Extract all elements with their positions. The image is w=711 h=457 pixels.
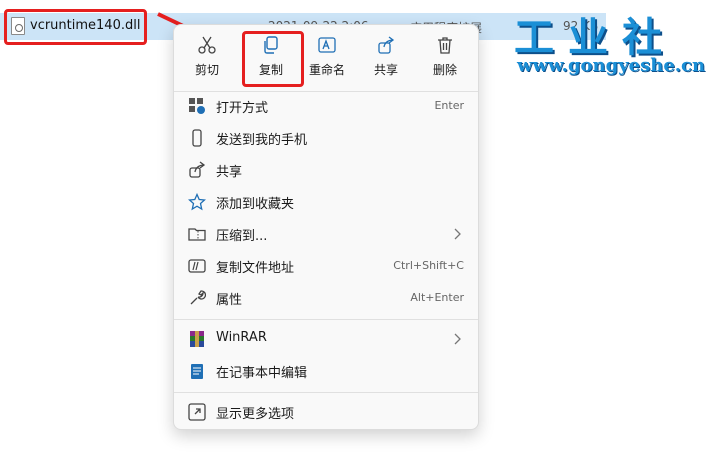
- menu-item-compress[interactable]: 压缩到...: [174, 218, 478, 250]
- menu-item-copy-path[interactable]: 复制文件地址 Ctrl+Shift+C: [174, 250, 478, 282]
- chevron-right-icon: [454, 228, 461, 240]
- notepad-icon: [191, 364, 203, 379]
- path-icon: [188, 259, 206, 273]
- rename-label: 重命名: [308, 63, 345, 77]
- dll-file-icon: [11, 17, 25, 35]
- menu-item-show-more-options[interactable]: 显示更多选项: [174, 396, 478, 428]
- cut-button[interactable]: 剪切: [180, 33, 234, 81]
- menu-item-label: 显示更多选项: [216, 407, 295, 422]
- share-quick-button[interactable]: 共享: [359, 33, 413, 81]
- menu-item-share[interactable]: 共享: [174, 154, 478, 186]
- menu-item-add-favorites[interactable]: 添加到收藏夹: [174, 186, 478, 218]
- menu-item-open-with[interactable]: 打开方式 Enter: [174, 90, 478, 122]
- menu-item-label: 发送到我的手机: [216, 133, 308, 148]
- star-icon: [188, 193, 206, 211]
- menu-item-shortcut: Ctrl+Shift+C: [393, 259, 464, 272]
- wrench-icon: [190, 290, 206, 305]
- menu-item-shortcut: Alt+Enter: [410, 291, 464, 304]
- menu-item-label: 共享: [216, 165, 243, 180]
- menu-item-label: 复制文件地址: [216, 261, 295, 276]
- menu-item-label: 压缩到...: [216, 229, 268, 244]
- more-options-icon: [188, 403, 206, 421]
- menu-item-winrar[interactable]: WinRAR: [174, 323, 478, 355]
- file-row-previous[interactable]: [0, 0, 606, 4]
- open-with-icon: [189, 98, 205, 114]
- chevron-right-icon: [454, 333, 461, 345]
- phone-icon: [192, 129, 202, 147]
- context-menu: 剪切 复制 重命名 共享 删除 打开方式 Enter 发送到我的手机 共享 添加…: [173, 24, 479, 430]
- menu-item-label: 在记事本中编辑: [216, 366, 308, 381]
- menu-item-edit-notepad[interactable]: 在记事本中编辑: [174, 355, 478, 387]
- rename-icon: [318, 37, 336, 53]
- divider: [174, 392, 478, 393]
- winrar-icon: [190, 331, 204, 347]
- share-icon: [189, 161, 206, 178]
- delete-label: 删除: [432, 63, 457, 77]
- zip-folder-icon: [188, 228, 206, 241]
- menu-item-label: 属性: [216, 293, 243, 308]
- scissors-icon: [198, 36, 216, 54]
- delete-button[interactable]: 删除: [418, 33, 472, 81]
- menu-item-label: WinRAR: [216, 330, 267, 345]
- share-icon: [378, 36, 395, 54]
- cut-label: 剪切: [194, 63, 219, 77]
- watermark-url: www.gongyeshe.cn: [517, 55, 706, 76]
- share-label: 共享: [373, 63, 398, 77]
- menu-item-properties[interactable]: 属性 Alt+Enter: [174, 282, 478, 314]
- trash-icon: [438, 37, 452, 54]
- quick-actions-bar: 剪切 复制 重命名 共享 删除: [174, 25, 478, 87]
- copy-highlight-box: [242, 31, 304, 87]
- menu-item-shortcut: Enter: [434, 99, 464, 112]
- file-name[interactable]: vcruntime140.dll: [30, 18, 140, 33]
- menu-item-label: 添加到收藏夹: [216, 197, 295, 212]
- rename-button[interactable]: 重命名: [300, 33, 354, 81]
- menu-item-send-to-phone[interactable]: 发送到我的手机: [174, 122, 478, 154]
- menu-item-label: 打开方式: [216, 101, 269, 116]
- divider: [174, 319, 478, 320]
